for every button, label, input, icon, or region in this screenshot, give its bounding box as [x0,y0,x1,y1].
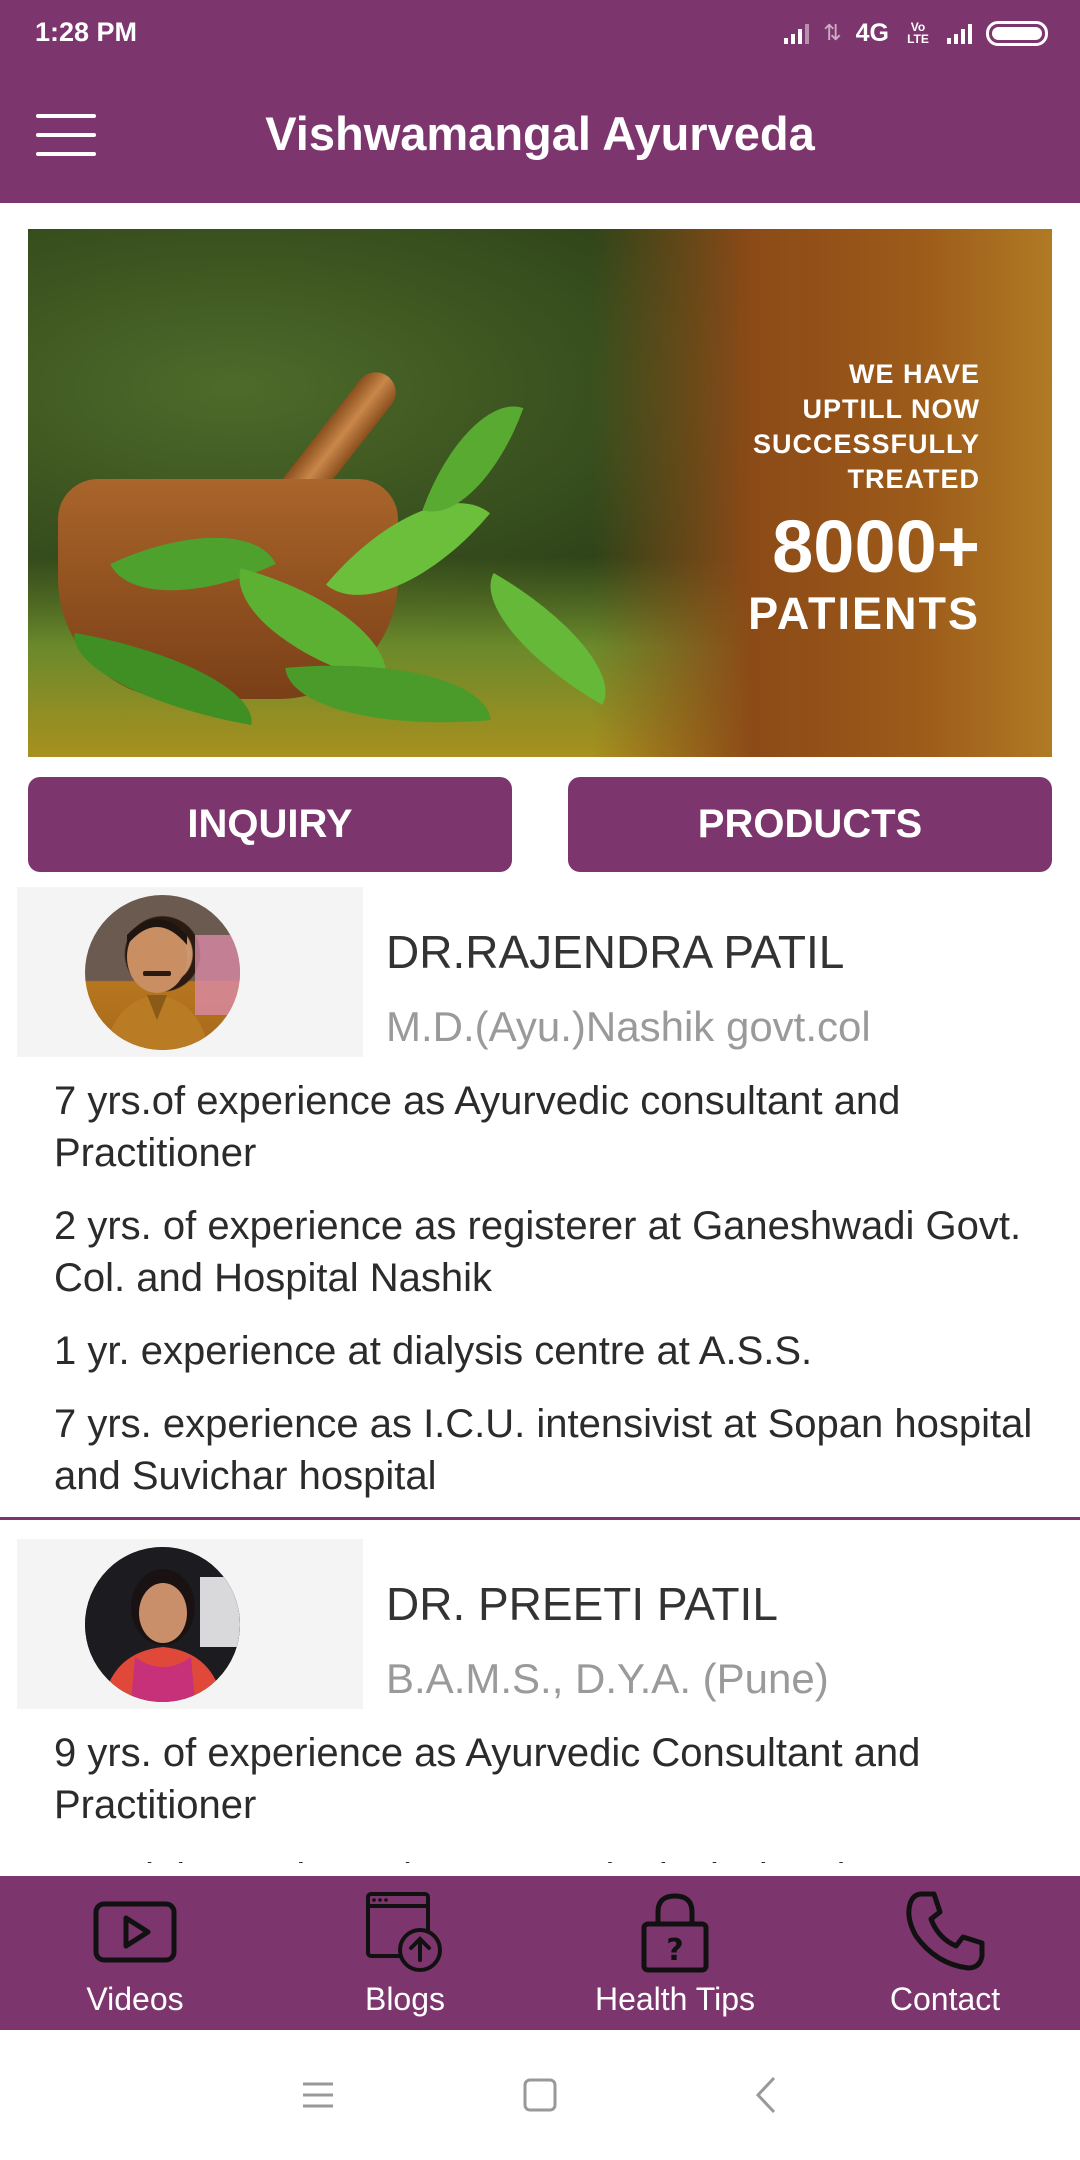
banner-line: UPTILL NOW [802,394,980,424]
doctor-experience-list: 9 yrs. of experience as Ayurvedic Consul… [54,1727,1044,1863]
nav-label: Videos [86,1981,184,2017]
nav-label: Health Tips [594,1981,756,2017]
app-bar: Vishwamangal Ayurveda [0,66,1080,203]
status-icons: ⇅ 4G Vo LTE [784,16,1048,50]
recent-apps-icon[interactable] [293,2070,343,2120]
nav-health-tips[interactable]: ? Health Tips [540,1876,810,2030]
status-time: 1:28 PM [35,17,138,47]
experience-item: 9 yrs. of experience as Ayurvedic Consul… [54,1731,921,1827]
network-type: 4G [855,18,889,47]
video-play-icon [93,1901,177,1963]
banner-text: WE HAVE UPTILL NOW SUCCESSFULLY TREATED … [748,357,980,637]
banner-line: SUCCESSFULLY [752,429,980,459]
banner-count: 8000+ [772,505,980,588]
phone-icon [906,1891,985,1971]
bottom-navigation: Videos Blogs ? Health Tips Contact [0,1876,1080,2030]
inquiry-button[interactable]: INQUIRY [28,777,512,872]
banner-unit: PATIENTS [748,588,980,639]
experience-item: Special experience in Gynaecological Dis… [54,1852,1044,1863]
nav-videos[interactable]: Videos [0,1876,270,2030]
products-button[interactable]: PRODUCTS [568,777,1052,872]
doctor-name: DR. PREETI PATIL [386,1578,778,1630]
experience-item: 1 yr. experience at dialysis centre at A… [54,1329,813,1373]
doctor-qualification: B.A.M.S., D.Y.A. (Pune) [386,1655,829,1702]
experience-item: 2 yrs. of experience as registerer at Ga… [54,1204,1022,1300]
doctors-list[interactable]: DR.RAJENDRA PATIL M.D.(Ayu.)Nashik govt.… [0,885,1080,1863]
data-arrows-icon: ⇅ [823,20,842,45]
person-illustration [85,1547,240,1702]
person-illustration [105,919,240,1050]
volte-icon: Vo LTE [907,20,929,46]
doctor-qualification: M.D.(Ayu.)Nashik govt.col [386,1003,871,1050]
app-screen: 1:28 PM ⇅ 4G Vo LTE Vishwamangal Ayurved… [0,0,1080,2160]
doctor-name: DR.RAJENDRA PATIL [386,926,845,978]
experience-item: 7 yrs.of experience as Ayurvedic consult… [54,1079,901,1175]
nav-blogs[interactable]: Blogs [270,1876,540,2030]
nav-label: Blogs [364,1981,446,2017]
experience-item: 7 yrs. experience as I.C.U. intensivist … [54,1402,1033,1498]
hero-banner: WE HAVE UPTILL NOW SUCCESSFULLY TREATED … [28,229,1052,757]
doctor-experience-list: 7 yrs.of experience as Ayurvedic consult… [54,1075,1044,1523]
nav-contact[interactable]: Contact [810,1876,1080,2030]
doctor-card: DR. PREETI PATIL B.A.M.S., D.Y.A. (Pune)… [0,1525,1080,1863]
app-title: Vishwamangal Ayurveda [265,107,815,160]
nav-label: Contact [889,1981,1001,2017]
signal-icon-2 [947,22,972,44]
battery-icon [986,20,1048,46]
system-navigation-bar [0,2030,1080,2160]
back-icon[interactable] [742,2070,792,2120]
doctor-photo-frame [17,887,363,1057]
signal-icon [784,22,810,44]
lock-question-icon: ? [641,1893,709,1973]
svg-text:?: ? [666,1933,683,1968]
banner-line: TREATED [847,464,980,494]
home-icon[interactable] [515,2070,565,2120]
status-bar: 1:28 PM ⇅ 4G Vo LTE [0,0,1080,66]
doctor-photo-frame [17,1539,363,1709]
banner-line: WE HAVE [848,359,980,389]
doctor-avatar [85,1547,240,1702]
blog-upload-icon [366,1892,442,1972]
doctor-card: DR.RAJENDRA PATIL M.D.(Ayu.)Nashik govt.… [0,885,1080,1525]
doctor-avatar [85,895,240,1050]
doctor-divider [0,1517,1080,1520]
